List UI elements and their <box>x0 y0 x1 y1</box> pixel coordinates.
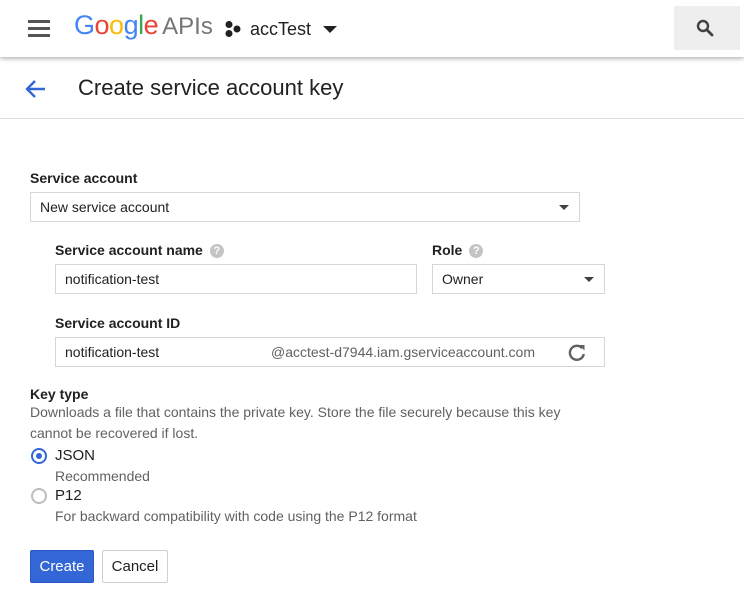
json-option-description: Recommended <box>55 468 150 484</box>
google-apis-logo[interactable]: Google APIs <box>74 10 213 41</box>
logo-apis-text: APIs <box>162 13 213 40</box>
key-type-description-line-2: cannot be recovered if lost. <box>30 425 199 441</box>
chevron-down-icon <box>584 277 594 282</box>
p12-option-description: For backward compatibility with code usi… <box>55 508 417 524</box>
arrow-back-icon <box>25 80 45 98</box>
create-button[interactable]: Create <box>30 550 94 583</box>
project-selector[interactable]: accTest <box>224 14 338 44</box>
page-header: Create service account key <box>0 58 744 119</box>
chevron-down-icon <box>559 205 569 210</box>
service-account-value: New service account <box>40 199 170 215</box>
service-account-name-label: Service account name? <box>55 242 224 258</box>
help-icon[interactable]: ? <box>209 244 224 258</box>
role-select[interactable]: Owner <box>432 264 605 294</box>
role-label-text: Role <box>432 242 463 258</box>
role-label: Role? <box>432 242 484 258</box>
logo-google-text: Google <box>74 10 159 40</box>
p12-option-label[interactable]: P12 <box>55 487 82 504</box>
search-button[interactable] <box>674 6 740 50</box>
json-radio[interactable] <box>31 448 47 464</box>
service-account-name-input[interactable]: notification-test <box>55 264 417 294</box>
role-value: Owner <box>442 271 484 287</box>
key-type-label: Key type <box>30 386 89 402</box>
service-account-id-label: Service account ID <box>55 315 181 331</box>
service-account-id-value: notification-test <box>65 344 160 360</box>
project-name: accTest <box>250 18 312 39</box>
service-account-id-input[interactable]: notification-test @acctest-d7944.iam.gse… <box>55 337 605 367</box>
refresh-icon[interactable] <box>567 343 587 363</box>
service-account-name-value: notification-test <box>65 271 160 287</box>
service-account-label: Service account <box>30 170 138 186</box>
top-app-bar: Google APIs accTest <box>0 0 744 57</box>
search-icon <box>696 19 714 37</box>
back-button[interactable] <box>22 75 50 103</box>
p12-radio[interactable] <box>31 488 47 504</box>
cancel-button[interactable]: Cancel <box>102 550 168 583</box>
service-account-id-suffix: @acctest-d7944.iam.gserviceaccount.com <box>271 344 535 360</box>
page-title: Create service account key <box>78 75 344 100</box>
hamburger-menu-icon[interactable] <box>20 14 60 44</box>
help-icon[interactable]: ? <box>469 244 484 258</box>
json-option-label[interactable]: JSON <box>55 447 95 464</box>
service-account-select[interactable]: New service account <box>30 192 580 222</box>
service-account-name-label-text: Service account name <box>55 242 203 258</box>
key-type-description-line-1: Downloads a file that contains the priva… <box>30 404 561 420</box>
project-dots-icon <box>225 21 241 37</box>
chevron-down-icon <box>323 25 338 33</box>
